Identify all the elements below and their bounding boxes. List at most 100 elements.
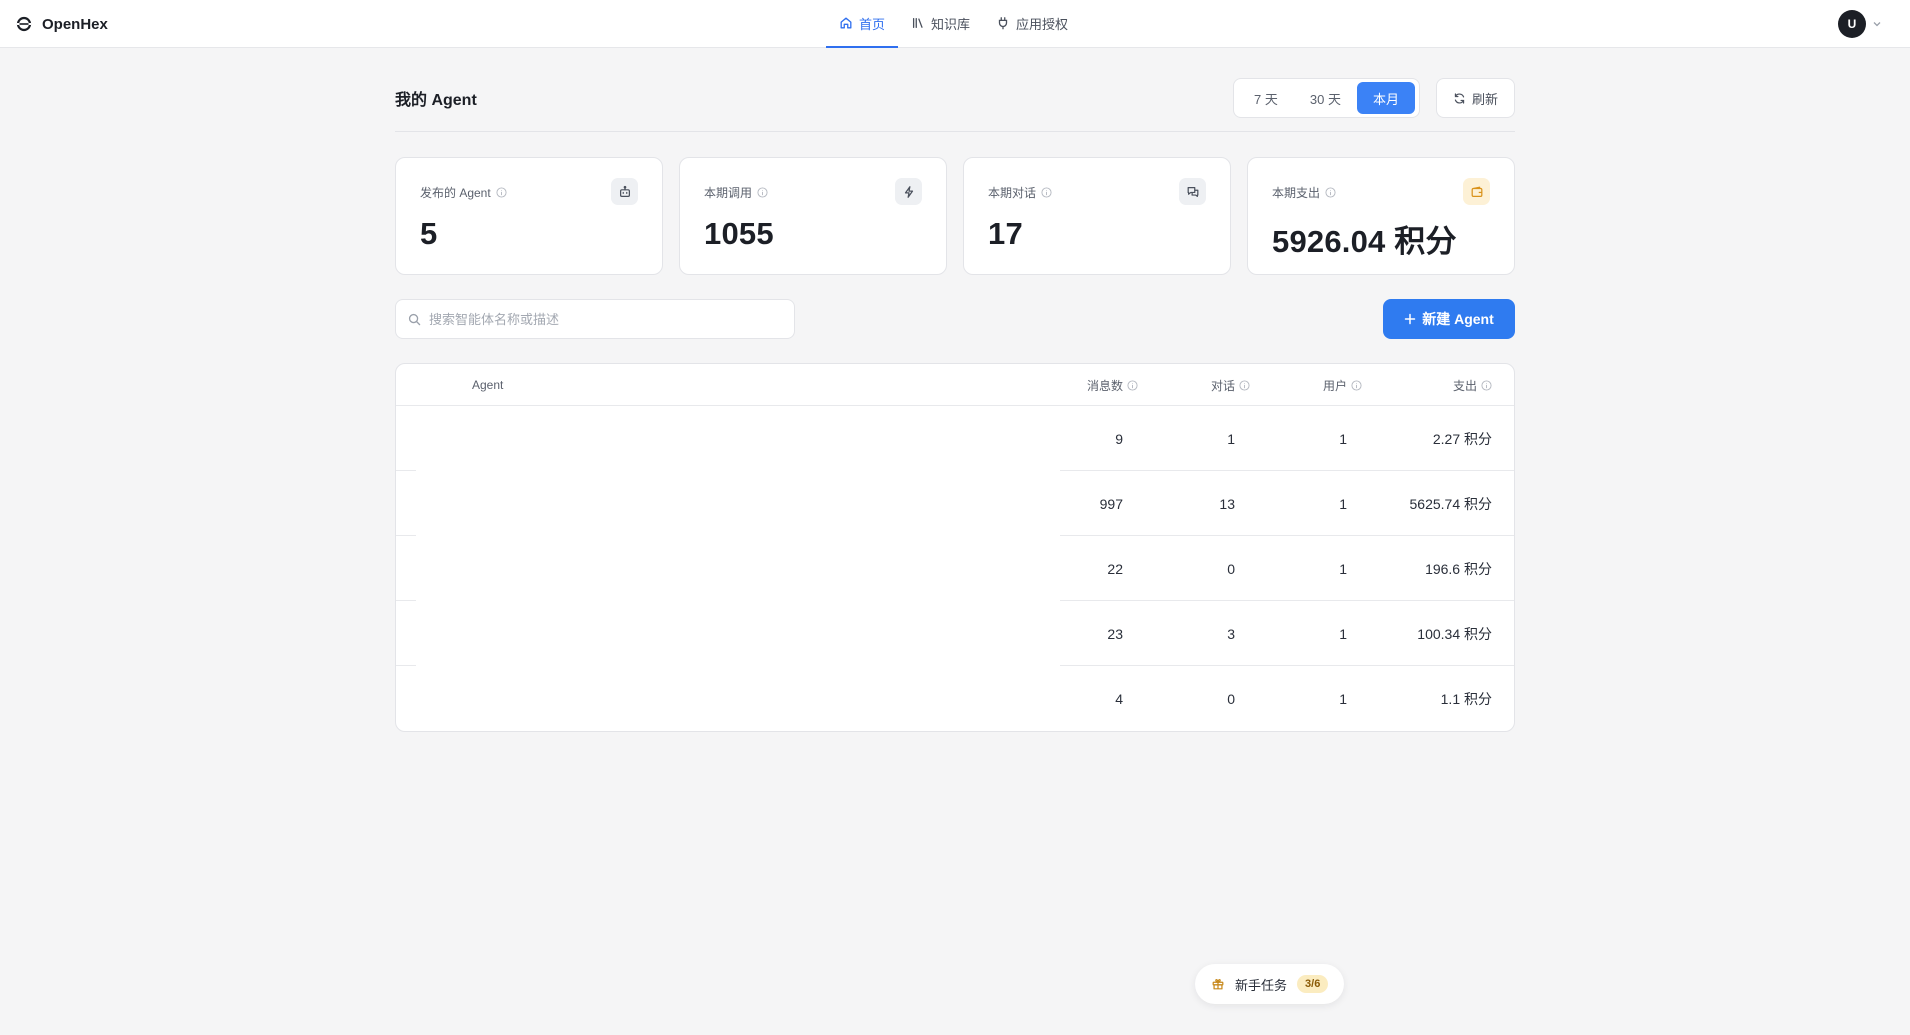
table-row[interactable]: 22 0 1 196.6 积分 xyxy=(396,536,1514,601)
cell-cost: 196.6 积分 xyxy=(1425,560,1492,577)
cell-cost: 1.1 积分 xyxy=(1440,690,1492,707)
cell-users: 1 xyxy=(1339,430,1347,447)
table-row[interactable]: 997 13 1 5625.74 积分 xyxy=(396,471,1514,536)
user-menu[interactable]: U xyxy=(1838,10,1882,38)
info-icon[interactable] xyxy=(1481,379,1492,391)
refresh-button[interactable]: 刷新 xyxy=(1435,78,1515,118)
range-30d-button[interactable]: 30 天 xyxy=(1294,82,1357,114)
info-icon[interactable] xyxy=(757,187,768,198)
stat-label: 本期对话 xyxy=(988,184,1052,201)
stat-card-period-calls: 本期调用 1055 xyxy=(679,157,947,275)
stat-label-text: 本期对话 xyxy=(988,186,1037,200)
table-row[interactable]: 4 0 1 1.1 积分 xyxy=(396,666,1514,731)
cell-cost: 100.34 积分 xyxy=(1417,625,1492,642)
column-header-label: Agent xyxy=(472,378,504,392)
range-month-button[interactable]: 本月 xyxy=(1356,82,1415,114)
nav-item-label: 首页 xyxy=(859,16,886,32)
page-header: 我的 Agent 7 天 30 天 本月 刷新 xyxy=(395,78,1515,118)
info-icon[interactable] xyxy=(496,187,507,198)
nav-item-app-auth[interactable]: 应用授权 xyxy=(983,0,1081,48)
column-header-label: 对话 xyxy=(1210,378,1235,393)
column-header-conversations: 对话 xyxy=(1211,364,1250,406)
cell-conversations: 0 xyxy=(1227,560,1235,577)
cell-cost: 5625.74 积分 xyxy=(1409,495,1493,512)
cell-users: 1 xyxy=(1339,690,1347,707)
avatar[interactable]: U xyxy=(1838,10,1866,38)
stat-card-period-cost: 本期支出 5926.04 积分 xyxy=(1247,157,1515,275)
stats-row: 发布的 Agent 5 本期调用 1055 本期对话 17 本期支出 5926.… xyxy=(395,157,1515,275)
table-row[interactable]: 23 3 1 100.34 积分 xyxy=(396,601,1514,666)
cell-users: 1 xyxy=(1339,560,1347,577)
openhex-logo-icon xyxy=(16,16,32,32)
column-header-cost: 支出 xyxy=(1453,364,1492,406)
stat-label: 发布的 Agent xyxy=(420,184,507,201)
refresh-icon xyxy=(1454,92,1465,104)
column-header-users: 用户 xyxy=(1323,364,1362,406)
cell-cost: 2.27 积分 xyxy=(1432,430,1492,447)
onboarding-progress-badge: 3/6 xyxy=(1297,975,1329,993)
info-icon[interactable] xyxy=(1041,187,1052,198)
cell-messages: 22 xyxy=(1107,560,1123,577)
bolt-icon xyxy=(904,185,913,198)
range-selector: 7 天 30 天 本月 xyxy=(1233,78,1420,118)
cell-conversations: 1 xyxy=(1227,430,1235,447)
chevron-down-icon xyxy=(1873,22,1881,27)
stat-label: 本期调用 xyxy=(704,184,768,201)
stat-value: 5 xyxy=(420,216,438,251)
chat-icon xyxy=(1187,186,1198,197)
onboarding-tasks-button[interactable]: 新手任务 3/6 xyxy=(1195,964,1345,1004)
plug-icon xyxy=(998,17,1008,30)
cell-users: 1 xyxy=(1339,625,1347,642)
cell-messages: 4 xyxy=(1115,690,1123,707)
search-input[interactable] xyxy=(429,311,782,327)
nav-item-library[interactable]: 知识库 xyxy=(898,0,983,48)
stat-label-text: 本期支出 xyxy=(1272,186,1321,200)
cell-conversations: 0 xyxy=(1227,690,1235,707)
stat-icon-wrap xyxy=(1179,178,1206,205)
library-icon xyxy=(912,17,923,29)
table-row[interactable]: 9 1 1 2.27 积分 xyxy=(396,406,1514,471)
column-header-agent: Agent xyxy=(472,364,503,406)
cell-messages: 9 xyxy=(1115,430,1123,447)
brand[interactable]: OpenHex xyxy=(16,0,108,48)
column-header-label: 消息数 xyxy=(1086,378,1123,393)
nav-item-label: 知识库 xyxy=(931,16,971,32)
stat-value: 5926.04 积分 xyxy=(1272,224,1457,259)
nav-item-home[interactable]: 首页 xyxy=(826,0,899,48)
column-header-label: 用户 xyxy=(1322,378,1347,393)
new-agent-button[interactable]: 新建 Agent xyxy=(1383,299,1515,339)
info-icon[interactable] xyxy=(1127,379,1138,391)
page-title: 我的 Agent xyxy=(395,92,477,109)
cell-messages: 23 xyxy=(1107,625,1123,642)
stat-label-text: 发布的 Agent xyxy=(420,186,491,200)
cell-conversations: 13 xyxy=(1219,495,1235,512)
plus-icon xyxy=(1404,313,1416,325)
app-name: OpenHex xyxy=(42,15,108,33)
info-icon[interactable] xyxy=(1351,379,1362,391)
nav-item-label: 应用授权 xyxy=(1016,16,1069,32)
search-box xyxy=(395,299,795,339)
stat-value: 17 xyxy=(988,216,1023,251)
info-icon[interactable] xyxy=(1325,187,1336,198)
cell-conversations: 3 xyxy=(1227,625,1235,642)
bot-icon xyxy=(619,185,630,197)
stat-icon-wrap xyxy=(895,178,922,205)
stat-icon-wrap xyxy=(611,178,638,205)
header-divider xyxy=(395,131,1515,132)
header-actions: 7 天 30 天 本月 刷新 xyxy=(1233,78,1515,118)
stat-label: 本期支出 xyxy=(1272,184,1336,201)
info-icon[interactable] xyxy=(1239,379,1250,391)
new-agent-label: 新建 Agent xyxy=(1422,311,1494,327)
wallet-icon xyxy=(1471,186,1482,197)
cell-messages: 997 xyxy=(1099,495,1123,512)
top-bar: OpenHex 首页 知识库 应用授权 U xyxy=(0,0,1910,48)
stat-card-published-agents: 发布的 Agent 5 xyxy=(395,157,663,275)
stat-label-text: 本期调用 xyxy=(704,186,753,200)
onboarding-label: 新手任务 xyxy=(1235,977,1288,993)
gift-icon xyxy=(1212,979,1224,990)
range-7d-button[interactable]: 7 天 xyxy=(1238,82,1294,114)
main-nav: 首页 知识库 应用授权 xyxy=(826,0,1081,48)
stat-value: 1055 xyxy=(704,216,774,251)
stat-card-period-conversations: 本期对话 17 xyxy=(963,157,1231,275)
table-header: Agent 消息数 对话 用户 支出 xyxy=(396,364,1514,406)
